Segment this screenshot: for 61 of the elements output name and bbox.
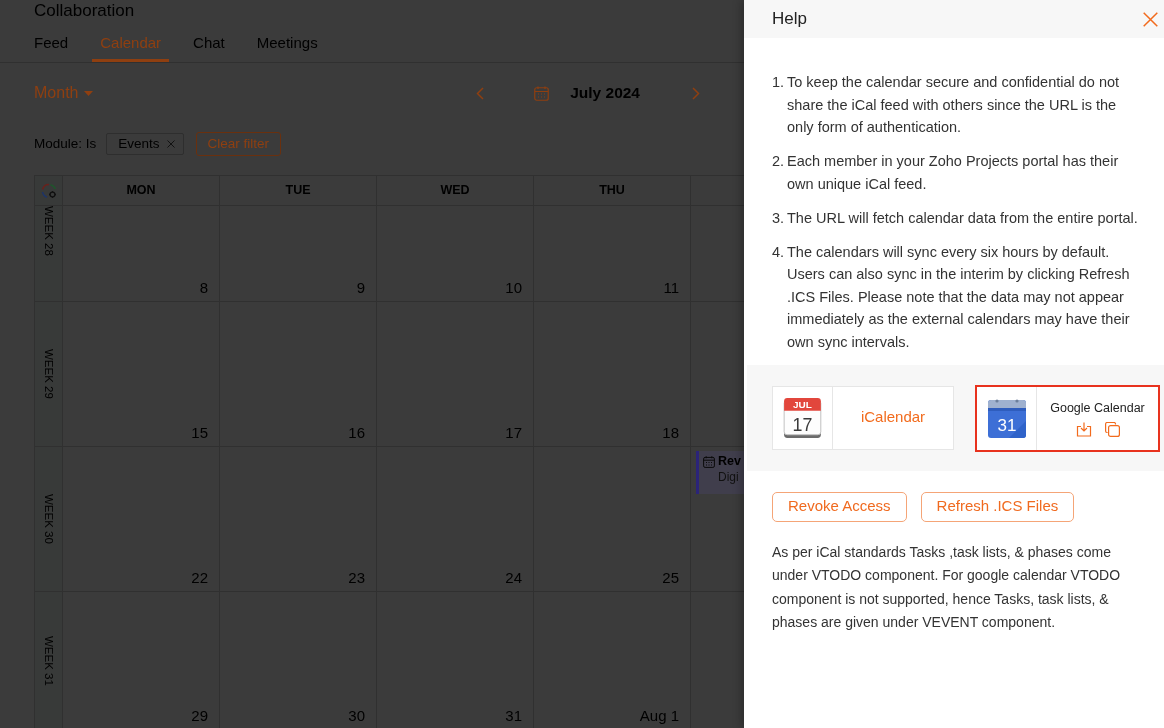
day-number: 30 xyxy=(348,707,365,725)
day-number: 22 xyxy=(191,569,208,587)
app-title: Collaboration xyxy=(33,0,136,22)
chevron-left-icon[interactable] xyxy=(476,86,485,100)
day-number: 16 xyxy=(348,424,365,442)
help-text: The calendars will sync every six hours by default. Users can also sync in the interim by clicking Refresh .ICS Files. Please note that the data may not appear immediately as the external calendars may have their own sync intervals. xyxy=(787,242,1131,352)
nav-tab[interactable]: Feed xyxy=(26,24,77,62)
clear-filter-button[interactable]: Clear filter xyxy=(195,132,282,156)
close-icon[interactable] xyxy=(1143,11,1158,27)
day-number: 15 xyxy=(191,424,208,442)
help-text: Each member in your Zoho Projects portal has their own unique iCal feed. xyxy=(787,152,1120,194)
list-number: 3. xyxy=(772,208,786,228)
event-title: Rev xyxy=(718,454,741,469)
copy-icon[interactable] xyxy=(1104,422,1120,438)
settings-icon[interactable] xyxy=(40,182,57,199)
week-label: WEEK 30 xyxy=(42,494,57,544)
filter-label: Module: Is xyxy=(34,134,97,153)
help-footnote: As per iCal standards Tasks ,task lists, & phases come under VTODO component. For google calendar VTODO component is not supported, hence Tasks, task lists, & phases are given under VEVENT component. xyxy=(771,542,1122,632)
integration-link[interactable]: iCalendar xyxy=(860,406,926,429)
integration-name: Google Calendar xyxy=(1050,399,1145,417)
day-number: 29 xyxy=(191,707,208,725)
nav-tab[interactable]: Meetings xyxy=(248,24,326,62)
help-text: The URL will fetch calendar data from the entire portal. xyxy=(787,208,1138,228)
chevron-right-icon[interactable] xyxy=(692,86,700,100)
day-number: 8 xyxy=(199,279,208,297)
day-number: 24 xyxy=(505,569,522,587)
help-text: To keep the calendar secure and confidential do not share the iCal feed with others since the URL is the only form of authentication. xyxy=(787,73,1121,137)
day-number: 9 xyxy=(356,279,365,297)
day-number: 11 xyxy=(663,279,679,297)
calendar-icon: 31 xyxy=(986,397,1027,439)
close-icon[interactable] xyxy=(166,140,175,148)
day-number: 31 xyxy=(505,707,522,725)
view-dropdown[interactable]: Month xyxy=(34,81,94,105)
day-number: 10 xyxy=(505,279,522,297)
calendar-icon xyxy=(703,455,715,468)
day-number: Aug 1 xyxy=(639,707,679,725)
month-label: July 2024 xyxy=(570,83,640,104)
list-number: 2. xyxy=(772,152,786,171)
weekday-header: WED xyxy=(440,182,470,200)
action-button[interactable]: Revoke Access xyxy=(772,491,907,522)
list-number: 4. xyxy=(772,242,786,262)
caret-icon xyxy=(84,90,94,96)
download-icon[interactable] xyxy=(1075,422,1092,438)
event-block[interactable]: Rev Digi xyxy=(696,451,744,494)
day-number: 17 xyxy=(505,424,522,442)
action-button[interactable]: Refresh .ICS Files xyxy=(920,491,1075,522)
nav-tab[interactable]: Chat xyxy=(185,24,233,62)
event-subtitle: Digi xyxy=(717,469,740,485)
weekday-header: MON xyxy=(126,182,156,200)
week-label: WEEK 29 xyxy=(42,349,57,399)
weekday-header: TUE xyxy=(285,182,311,200)
day-number: 25 xyxy=(662,569,679,587)
week-label: WEEK 31 xyxy=(42,635,57,686)
day-number: 18 xyxy=(662,424,679,442)
weekday-header: THU xyxy=(599,182,625,200)
day-number: 23 xyxy=(348,569,365,587)
nav-tab[interactable]: Calendar xyxy=(92,24,170,62)
list-number: 1. xyxy=(772,73,786,92)
chip-label: Events xyxy=(118,134,160,153)
panel-title: Help xyxy=(772,8,807,31)
calendar-icon[interactable] xyxy=(534,85,550,101)
